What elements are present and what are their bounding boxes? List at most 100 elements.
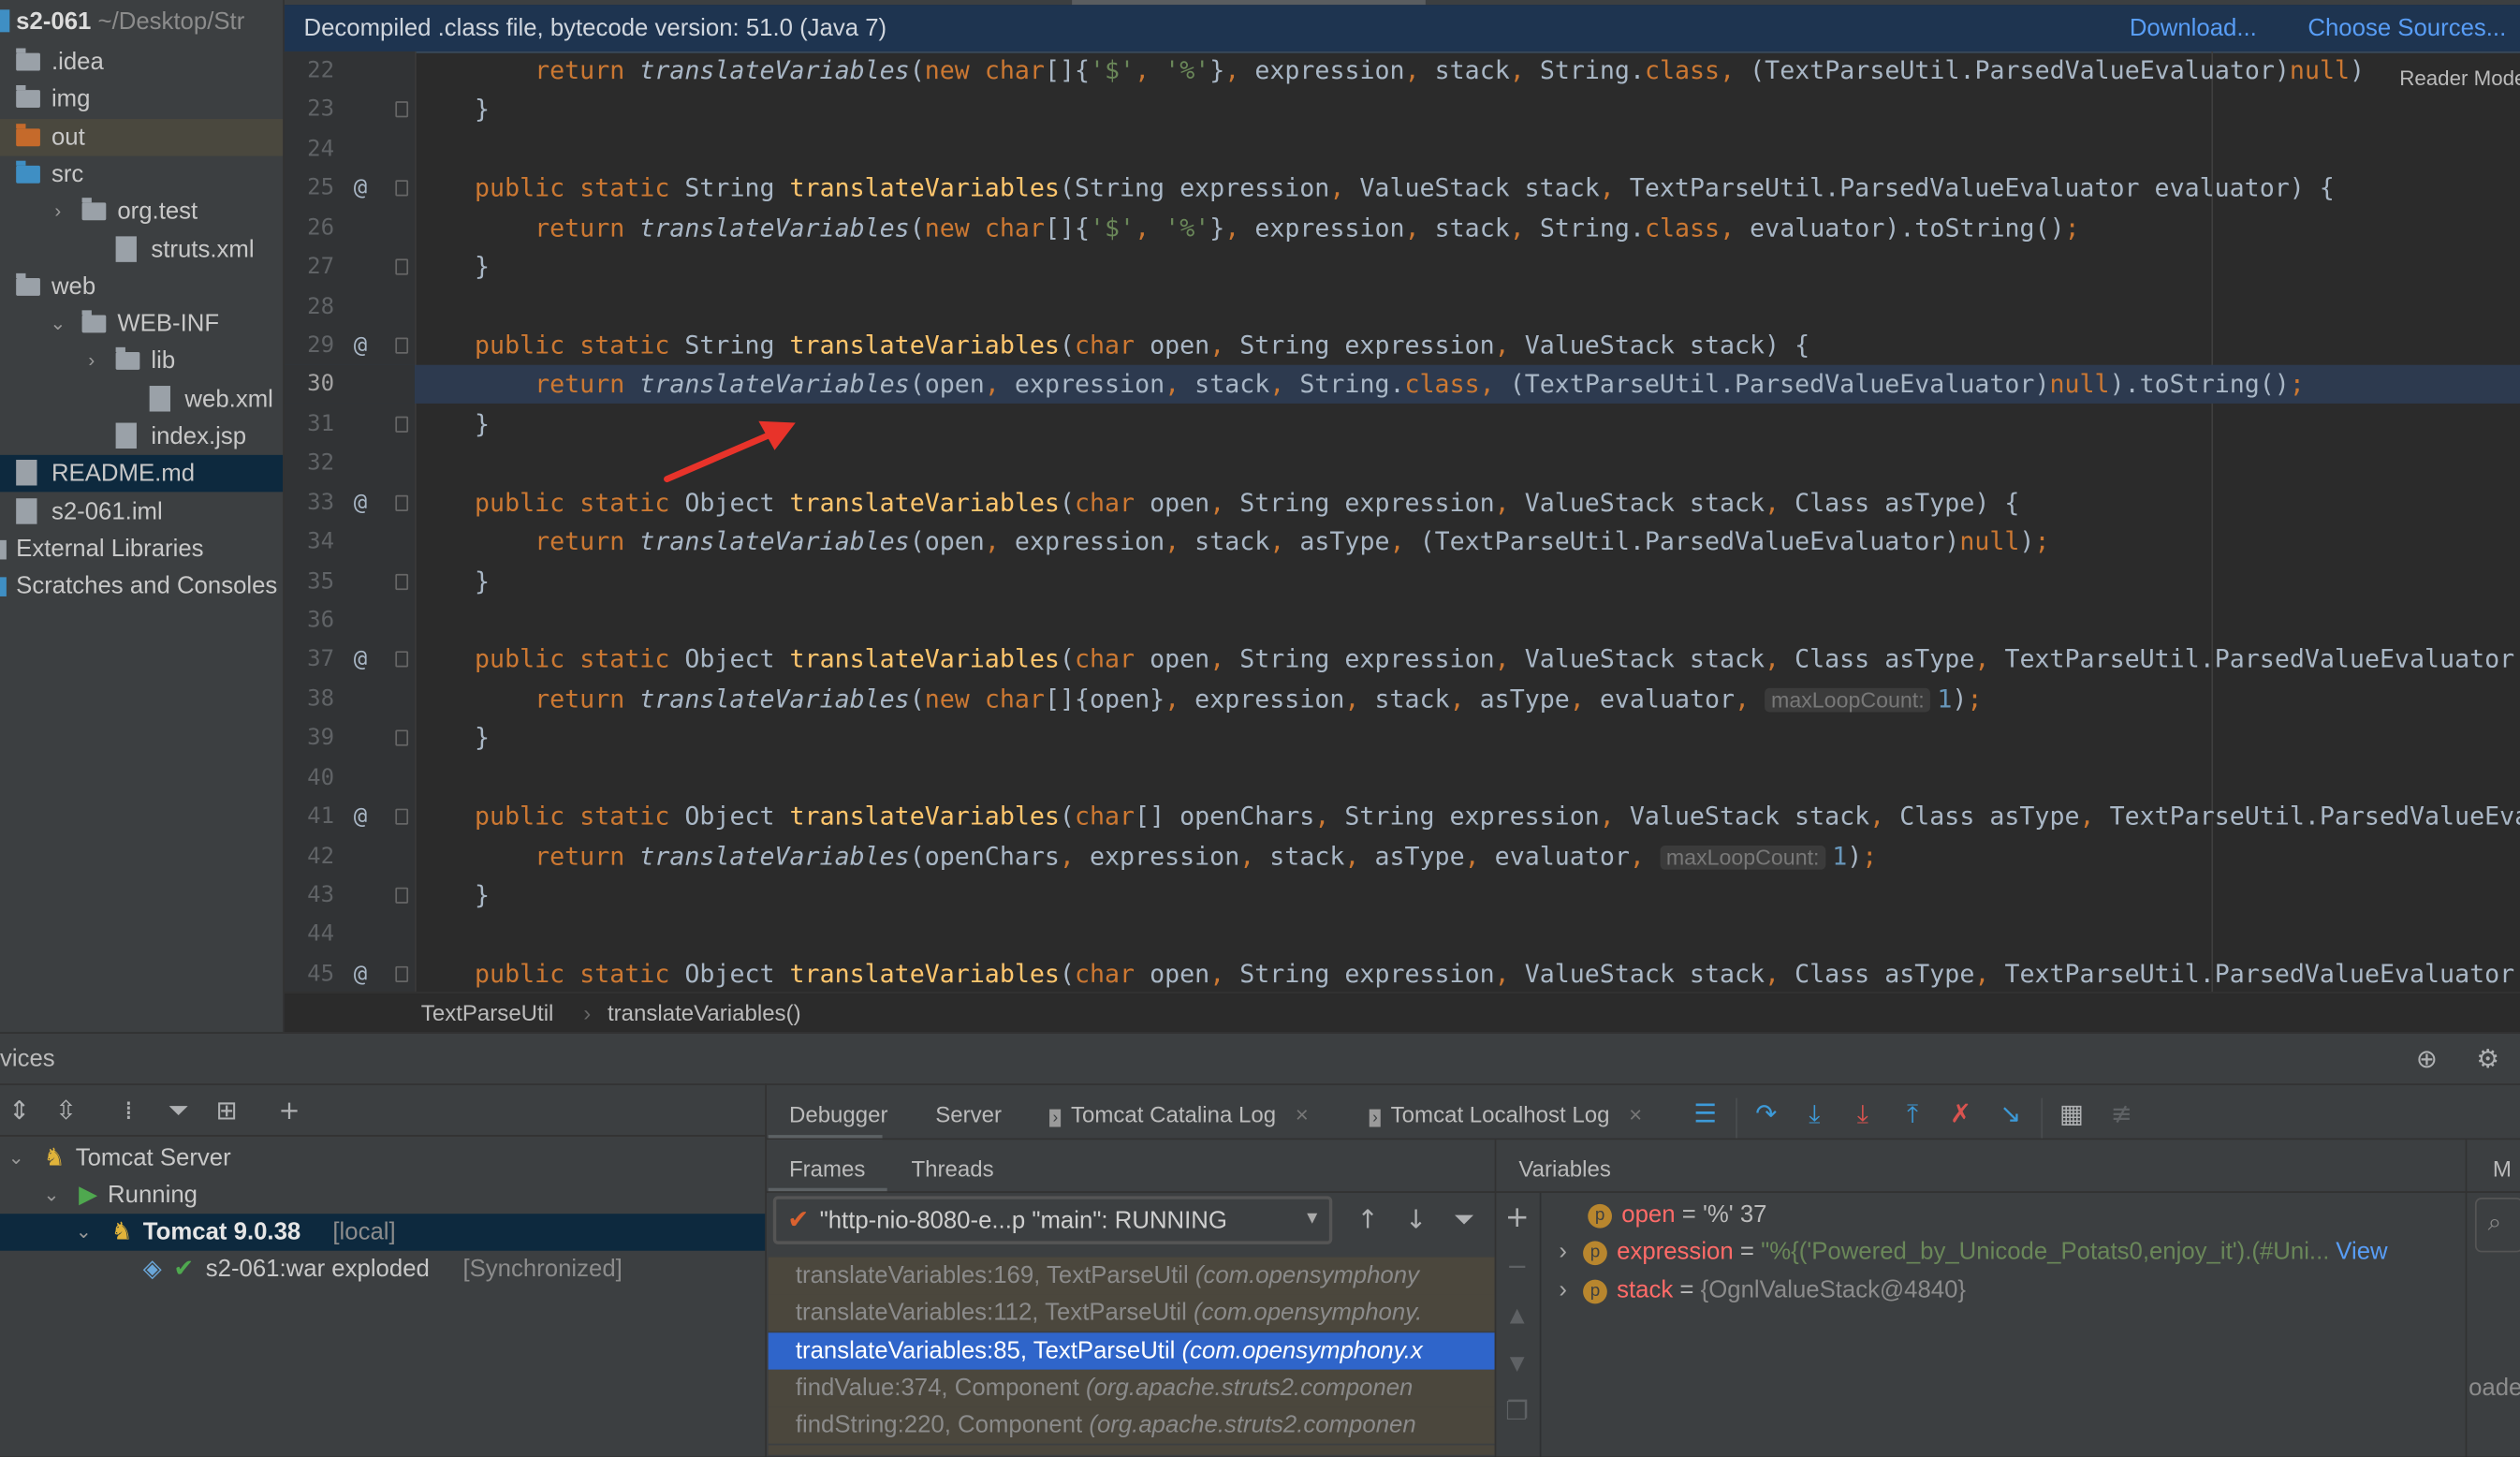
equals-sign: =: [1675, 1200, 1703, 1229]
remove-watch-icon: −: [1506, 1250, 1529, 1282]
step-out-icon[interactable]: ⤒: [1897, 1098, 1928, 1130]
variable-name: expression: [1617, 1238, 1734, 1266]
frame-method: findString:220, Component: [795, 1411, 1083, 1439]
tree-item-tomcat-server[interactable]: ⌄ ♞ Tomcat Server: [0, 1140, 765, 1176]
run-to-cursor-icon[interactable]: ↘: [1995, 1098, 2027, 1130]
close-icon[interactable]: ×: [1296, 1101, 1309, 1126]
variable-value: "%{('Powered_by_Unicode_Potats0,enjoy_it…: [1761, 1238, 2330, 1266]
collapse-all-icon[interactable]: ⇳: [50, 1095, 81, 1126]
add-watch-icon[interactable]: +: [1502, 1201, 1533, 1234]
frame-method: translateVariables:112, TextParseUtil: [795, 1299, 1187, 1327]
tab-frames[interactable]: Frames: [789, 1155, 865, 1181]
frame-package: (com.opensymphony: [1194, 1261, 1419, 1289]
filter-icon[interactable]: ⏷: [162, 1095, 194, 1126]
search-icon: ⌕: [2487, 1209, 2502, 1237]
tab-server[interactable]: Server: [935, 1101, 1002, 1126]
move-down-icon: ▼: [1509, 1351, 1525, 1375]
thread-selector[interactable]: ✔ "http-nio-8080-e...p "main": RUNNING ▼: [772, 1196, 1333, 1244]
equals-sign: =: [1733, 1238, 1762, 1266]
frame-package: (com.opensymphony.: [1193, 1299, 1423, 1327]
copy-icon: ❐: [1505, 1395, 1530, 1426]
drop-frame-icon[interactable]: ✗: [1944, 1098, 1976, 1130]
tab-threads[interactable]: Threads: [911, 1155, 993, 1181]
frame-item[interactable]: translateVariables:112, TextParseUtil (c…: [768, 1294, 1495, 1332]
tree-item-running[interactable]: ⌄ ▶ Running: [0, 1177, 765, 1214]
divider: [0, 1083, 2520, 1085]
frame-item[interactable]: findString:220, Component (org.apache.st…: [768, 1406, 1495, 1445]
memory-panel-text: oade: [2469, 1374, 2520, 1403]
tab-catalina-log[interactable]: › Tomcat Catalina Log ×: [1049, 1101, 1309, 1127]
next-frame-icon[interactable]: ↓: [1399, 1204, 1431, 1236]
frame-package: (org.apache.struts2.componen: [1089, 1411, 1416, 1439]
check-icon: ✔: [173, 1255, 195, 1284]
frame-item[interactable]: translateVariables:85, TextParseUtil (co…: [768, 1332, 1495, 1370]
run-icon: ▶: [79, 1181, 97, 1210]
move-up-icon: ▲: [1509, 1303, 1525, 1327]
tab-debugger[interactable]: Debugger: [789, 1101, 888, 1126]
chevron-down-icon: ⌄: [43, 1183, 60, 1206]
divider: [1736, 1097, 1737, 1141]
filter-icon[interactable]: ⏷: [1448, 1204, 1480, 1236]
tree-item-artifact[interactable]: ◈ ✔ s2-061:war exploded [Synchronized]: [0, 1251, 765, 1288]
divider: [2041, 1097, 2044, 1141]
crosshair-icon[interactable]: ⊕: [2410, 1043, 2442, 1075]
frame-package: (org.apache.struts2.componen: [1086, 1374, 1414, 1402]
divider: [0, 1135, 766, 1137]
divider: [1494, 1140, 1497, 1457]
console-icon: ›: [1049, 1109, 1062, 1127]
tab-label: Tomcat Localhost Log: [1390, 1101, 1610, 1127]
memory-tab[interactable]: M: [2493, 1155, 2512, 1181]
tomcat-icon: ♞: [43, 1144, 66, 1172]
tree-item-suffix: [local]: [332, 1218, 396, 1246]
frame-item[interactable]: [768, 1444, 1495, 1454]
tree-item-tomcat-instance[interactable]: ⌄ ♞ Tomcat 9.0.38 [local]: [0, 1214, 766, 1251]
view-link[interactable]: View: [2336, 1238, 2387, 1265]
chevron-right-icon[interactable]: ›: [1559, 1275, 1567, 1302]
divider: [766, 1138, 2520, 1141]
tree-item-label: Running: [108, 1181, 198, 1210]
thread-name: "http-nio-8080-e...p "main": RUNNING: [819, 1207, 1227, 1235]
ide-window: s2-061 ~/Desktop/Str .idea img out src › org.…: [0, 0, 2520, 1457]
variable-row[interactable]: › p expression = "%{('Powered_by_Unicode_P…: [1559, 1233, 2388, 1270]
close-icon[interactable]: ×: [1629, 1101, 1642, 1126]
gear-icon[interactable]: ⚙: [2472, 1043, 2504, 1075]
new-tab-icon[interactable]: ⊞: [211, 1095, 242, 1126]
expand-all-icon[interactable]: ⇕: [3, 1095, 35, 1126]
tab-localhost-log[interactable]: › Tomcat Localhost Log ×: [1369, 1101, 1642, 1127]
tomcat-icon: ♞: [110, 1218, 133, 1246]
add-service-icon[interactable]: +: [273, 1095, 305, 1126]
breadcrumb-separator: ›: [583, 999, 592, 1026]
chevron-right-icon[interactable]: ›: [1559, 1238, 1567, 1265]
group-by-icon[interactable]: ⁞: [112, 1095, 144, 1126]
evaluate-expression-icon[interactable]: ▦: [2056, 1098, 2088, 1130]
frame-method: findValue:374, Component: [795, 1374, 1079, 1402]
breadcrumb-class[interactable]: TextParseUtil: [421, 1000, 554, 1025]
step-into-icon[interactable]: ⤓: [1798, 1098, 1830, 1130]
force-step-into-icon[interactable]: ⤓: [1847, 1098, 1879, 1130]
annotation-arrow: [664, 420, 796, 483]
arrow-shaft: [664, 431, 775, 483]
frame-method: translateVariables:169, TextParseUtil: [795, 1261, 1189, 1289]
tree-item-suffix: [Synchronized]: [462, 1255, 623, 1284]
frame-item[interactable]: findValue:374, Component (org.apache.str…: [768, 1369, 1495, 1407]
step-over-icon[interactable]: ↷: [1751, 1098, 1782, 1130]
variable-row[interactable]: p open = '%' 37: [1559, 1196, 1767, 1232]
variable-name: open: [1621, 1200, 1676, 1229]
tree-item-label: s2-061:war exploded: [205, 1255, 430, 1284]
variable-name: stack: [1617, 1275, 1674, 1303]
artifact-icon: ◈: [142, 1255, 162, 1284]
variable-row[interactable]: › p stack = {OgnlValueStack@4840}: [1559, 1271, 1966, 1307]
tree-item-label: Tomcat 9.0.38: [142, 1218, 301, 1246]
previous-frame-icon[interactable]: ↑: [1352, 1204, 1384, 1236]
frame-method: translateVariables:85, TextParseUtil: [795, 1336, 1176, 1364]
show-execution-point-icon[interactable]: ☰: [1689, 1098, 1721, 1130]
variables-title: Variables: [1518, 1155, 1611, 1182]
services-tool-window: vices ⊕ ⚙ ⇕ ⇳ ⁞ ⏷ ⊞ + ⌄ ♞ Tomcat Server …: [0, 1032, 2520, 1457]
breadcrumb-method[interactable]: translateVariables(): [608, 1000, 801, 1025]
chevron-down-icon: ▼: [1303, 1209, 1322, 1229]
trace-icon: ≢: [2110, 1097, 2132, 1129]
variable-value: '%' 37: [1702, 1200, 1767, 1229]
tree-item-label: Tomcat Server: [75, 1144, 231, 1172]
frame-item[interactable]: translateVariables:169, TextParseUtil (c…: [768, 1257, 1495, 1295]
search-field[interactable]: ⌕: [2474, 1198, 2520, 1253]
